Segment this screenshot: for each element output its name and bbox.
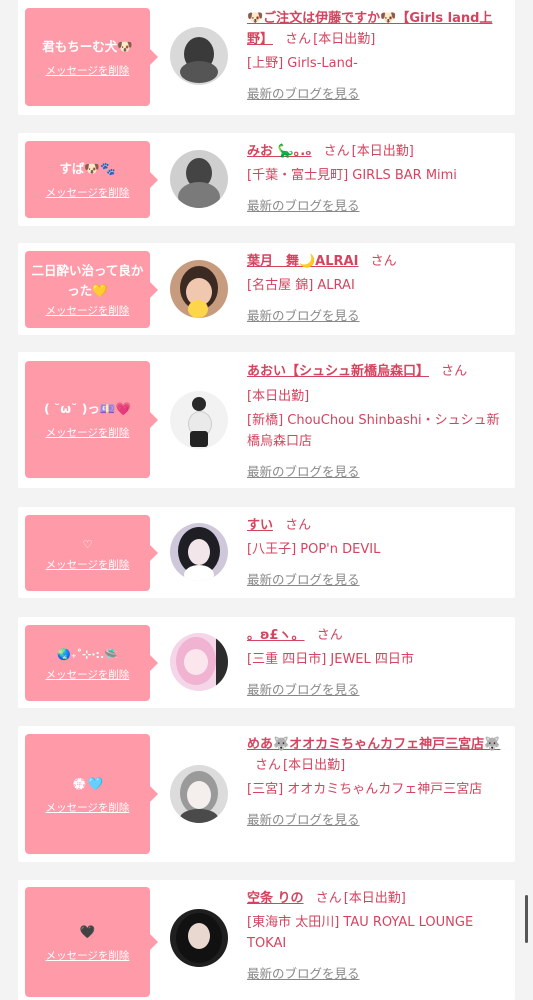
cast-name-link[interactable]: 。ʚ£ヽ。 bbox=[247, 628, 305, 643]
message-card: 💮🩵 メッセージを削除 めあ🐺オオカミちゃんカフェ神戸三宮店🐺 さん [本日出勤]… bbox=[18, 726, 515, 862]
message-card: ( ˘ω˘ )っ💷💗 メッセージを削除 あおい【シュシュ新橋烏森口】 さん [本日… bbox=[18, 352, 515, 488]
attendance-label: [本日出勤] bbox=[313, 32, 376, 47]
avatar[interactable] bbox=[170, 150, 228, 208]
message-card: 🖤 メッセージを削除 空条 りの さん [本日出勤] [東海市 太田川] TAU … bbox=[18, 880, 515, 1000]
latest-blog-link[interactable]: 最新のブログを見る bbox=[247, 569, 509, 590]
avatar[interactable] bbox=[170, 391, 228, 449]
attendance-label: [本日出勤] bbox=[351, 144, 414, 159]
latest-blog-link[interactable]: 最新のブログを見る bbox=[247, 963, 509, 984]
avatar[interactable] bbox=[170, 27, 228, 85]
delete-message-link[interactable]: メッセージを削除 bbox=[46, 425, 130, 440]
message-text: 君もちーむ犬🐶 bbox=[42, 38, 133, 54]
avatar[interactable] bbox=[170, 765, 228, 823]
san-label: さん bbox=[316, 628, 343, 643]
san-label: さん bbox=[285, 32, 312, 47]
delete-message-link[interactable]: メッセージを削除 bbox=[46, 557, 130, 572]
message-bubble: ( ˘ω˘ )っ💷💗 メッセージを削除 bbox=[25, 361, 158, 478]
shop-label: [名古屋 錦] ALRAI bbox=[247, 278, 355, 293]
delete-message-link[interactable]: メッセージを削除 bbox=[46, 303, 130, 318]
message-bubble: 君もちーむ犬🐶 メッセージを削除 bbox=[25, 8, 158, 106]
shop-label: [八王子] POP'n DEVIL bbox=[247, 542, 381, 557]
san-label: さん bbox=[255, 758, 282, 773]
shop-label: [上野] Girls-Land- bbox=[247, 56, 358, 71]
message-bubble: 🖤 メッセージを削除 bbox=[25, 887, 158, 997]
shop-label: [千葉・富士見町] GIRLS BAR Mimi bbox=[247, 168, 457, 183]
latest-blog-link[interactable]: 最新のブログを見る bbox=[247, 195, 509, 216]
attendance-label: [本日出勤] bbox=[283, 758, 346, 773]
message-text: 💮🩵 bbox=[71, 775, 104, 791]
san-label: さん bbox=[441, 364, 468, 379]
latest-blog-link[interactable]: 最新のブログを見る bbox=[247, 809, 509, 830]
shop-label: [東海市 太田川] TAU ROYAL LOUNGE TOKAI bbox=[247, 915, 474, 951]
delete-message-link[interactable]: メッセージを削除 bbox=[46, 800, 130, 815]
shop-label: [三重 四日市] JEWEL 四日市 bbox=[247, 652, 414, 667]
avatar[interactable] bbox=[170, 633, 228, 691]
avatar[interactable] bbox=[170, 523, 228, 581]
shop-label: [三宮] オオカミちゃんカフェ神戸三宮店 bbox=[247, 782, 483, 797]
delete-message-link[interactable]: メッセージを削除 bbox=[46, 185, 130, 200]
san-label: さん bbox=[315, 891, 342, 906]
message-card: すば🐶🐾 メッセージを削除 みお 🦕｡.ₒ さん [本日出勤] [千葉・富士見町]… bbox=[18, 133, 515, 226]
cast-name-link[interactable]: めあ🐺オオカミちゃんカフェ神戸三宮店🐺 bbox=[247, 737, 500, 752]
message-bubble: すば🐶🐾 メッセージを削除 bbox=[25, 141, 158, 218]
attendance-label: [本日出勤] bbox=[247, 389, 310, 404]
cast-name-link[interactable]: 空条 りの bbox=[247, 891, 304, 906]
attendance-label: [本日出勤] bbox=[343, 891, 406, 906]
latest-blog-link[interactable]: 最新のブログを見る bbox=[247, 461, 509, 482]
delete-message-link[interactable]: メッセージを削除 bbox=[46, 948, 130, 963]
message-text: すば🐶🐾 bbox=[59, 161, 116, 176]
scrollbar-thumb[interactable] bbox=[525, 895, 528, 943]
delete-message-link[interactable]: メッセージを削除 bbox=[46, 667, 130, 682]
avatar[interactable] bbox=[170, 260, 228, 318]
san-label: さん bbox=[323, 144, 350, 159]
cast-name-link[interactable]: あおい【シュシュ新橋烏森口】 bbox=[247, 364, 429, 379]
cast-name-link[interactable]: 葉月 舞🌙ALRAI bbox=[247, 254, 358, 269]
message-card: 🌏₊˚⊹·:.🛸 メッセージを削除 。ʚ£ヽ。 さん [三重 四日市] JEWE… bbox=[18, 617, 515, 708]
latest-blog-link[interactable]: 最新のブログを見る bbox=[247, 679, 509, 700]
message-text: 二日酔い治って良かった💛 bbox=[31, 263, 144, 298]
message-bubble: 💮🩵 メッセージを削除 bbox=[25, 734, 158, 854]
message-card: ♡ メッセージを削除 すい さん [八王子] POP'n DEVIL 最新のブロ… bbox=[18, 507, 515, 598]
message-text: 🌏₊˚⊹·:.🛸 bbox=[57, 647, 118, 661]
message-text: ♡ bbox=[82, 537, 93, 551]
avatar[interactable] bbox=[170, 909, 228, 967]
san-label: さん bbox=[370, 254, 397, 269]
latest-blog-link[interactable]: 最新のブログを見る bbox=[247, 83, 509, 104]
message-text: ( ˘ω˘ )っ💷💗 bbox=[43, 401, 132, 416]
shop-label: [新橋] ChouChou Shinbashi・シュシュ新橋烏森口店 bbox=[247, 413, 500, 449]
message-bubble: 二日酔い治って良かった💛 メッセージを削除 bbox=[25, 251, 158, 328]
san-label: さん bbox=[285, 518, 312, 533]
cast-name-link[interactable]: みお 🦕｡.ₒ bbox=[247, 144, 312, 159]
message-bubble: 🌏₊˚⊹·:.🛸 メッセージを削除 bbox=[25, 625, 158, 701]
message-card: 君もちーむ犬🐶 メッセージを削除 🐶ご注文は伊藤ですか🐶【Girls land上… bbox=[18, 0, 515, 115]
delete-message-link[interactable]: メッセージを削除 bbox=[46, 63, 130, 78]
message-bubble: ♡ メッセージを削除 bbox=[25, 515, 158, 591]
message-card: 二日酔い治って良かった💛 メッセージを削除 葉月 舞🌙ALRAI さん [名古屋… bbox=[18, 243, 515, 335]
cast-name-link[interactable]: すい bbox=[247, 518, 273, 533]
latest-blog-link[interactable]: 最新のブログを見る bbox=[247, 305, 509, 326]
message-text: 🖤 bbox=[79, 923, 96, 939]
